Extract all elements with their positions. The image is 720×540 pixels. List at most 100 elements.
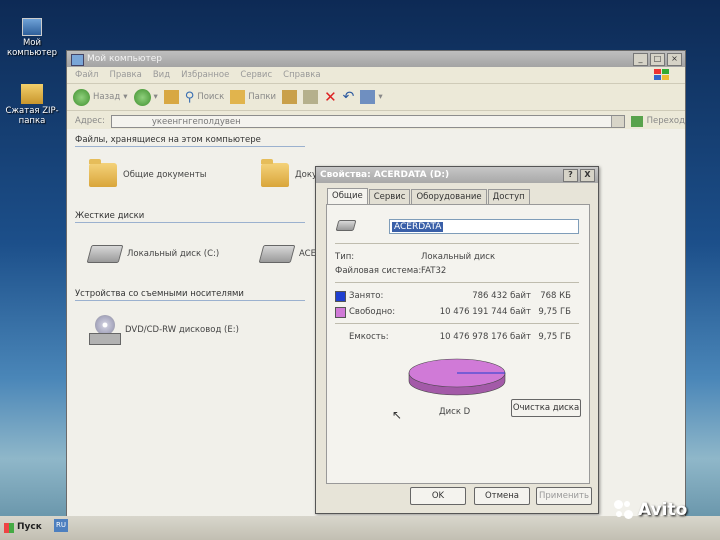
language-indicator[interactable]: RU <box>54 519 68 532</box>
avito-watermark: Avito <box>614 500 687 520</box>
computer-icon <box>71 54 84 66</box>
close-button[interactable]: X <box>580 169 595 182</box>
minimize-button[interactable]: _ <box>633 53 648 66</box>
desktop-icon-label: Мой компьютер <box>6 38 58 58</box>
back-button[interactable]: Назад ▾ <box>73 88 128 106</box>
ok-button[interactable]: OK <box>410 487 466 505</box>
capacity-size: 9,75 ГБ <box>538 332 571 342</box>
address-input[interactable]: укеенгнгеполдувен <box>110 114 625 128</box>
item-label: Локальный диск (C:) <box>127 249 220 259</box>
views-icon <box>360 90 376 104</box>
maximize-button[interactable]: □ <box>650 53 665 66</box>
folders-button[interactable]: Папки <box>230 90 276 104</box>
disk-cleanup-button[interactable]: Очистка диска <box>511 399 581 417</box>
menu-edit[interactable]: Правка <box>109 67 141 83</box>
apply-button[interactable]: Применить <box>536 487 592 505</box>
disk-usage-pie <box>408 358 506 396</box>
cancel-button[interactable]: Отмена <box>474 487 530 505</box>
menu-file[interactable]: Файл <box>75 67 98 83</box>
desktop-icon-my-computer[interactable]: Мой компьютер <box>2 18 62 58</box>
properties-dialog: Свойства: ACERDATA (D:) ? X Общие Сервис… <box>315 166 599 514</box>
free-size: 9,75 ГБ <box>538 307 571 317</box>
folder-icon <box>261 159 289 187</box>
tab-tools[interactable]: Сервис <box>368 189 411 205</box>
section-title: Устройства со съемными носителями <box>75 289 244 299</box>
help-button[interactable]: ? <box>563 169 578 182</box>
cd-drive-icon <box>89 315 121 345</box>
move-to-icon <box>282 90 298 104</box>
section-title: Файлы, хранящиеся на этом компьютере <box>75 135 261 145</box>
type-label: Тип: <box>335 252 355 262</box>
hard-drive-icon <box>258 245 296 263</box>
search-icon: ⚲ <box>184 89 195 105</box>
volume-name-value: ACERDATA <box>392 222 444 232</box>
window-title: Мой компьютер <box>87 54 162 64</box>
disk-label: Диск D <box>439 407 471 417</box>
section-files: Файлы, хранящиеся на этом компьютере <box>75 135 305 147</box>
close-button[interactable]: × <box>667 53 682 66</box>
general-panel: ACERDATA Тип: Локальный диск Файловая си… <box>326 204 590 484</box>
chevron-down-icon: ▾ <box>153 92 158 102</box>
window-titlebar[interactable]: Мой компьютер _ □ × <box>67 51 685 67</box>
views-button[interactable]: ▾ <box>360 90 383 104</box>
undo-button[interactable]: ↶ <box>343 89 355 105</box>
chevron-down-icon[interactable] <box>610 115 624 127</box>
move-to-button[interactable] <box>282 90 298 104</box>
dvd-drive-item[interactable]: DVD/CD-RW дисковод (E:) <box>89 315 239 345</box>
acerdata-d-item[interactable]: ACER <box>258 245 322 263</box>
free-color-swatch <box>335 307 346 318</box>
windows-flag-icon <box>653 68 671 84</box>
forward-button[interactable]: ▾ <box>133 88 158 106</box>
address-label: Адрес: <box>75 116 105 126</box>
taskbar: Пуск RU <box>0 516 720 540</box>
menu-tools[interactable]: Сервис <box>240 67 272 83</box>
section-removable: Устройства со съемными носителями <box>75 289 305 301</box>
filesystem-value: FAT32 <box>421 266 447 276</box>
folders-label: Папки <box>248 92 277 102</box>
search-label: Поиск <box>197 92 225 102</box>
undo-icon: ↶ <box>342 89 355 105</box>
used-bytes: 786 432 байт <box>472 291 531 301</box>
dialog-title: Свойства: ACERDATA (D:) <box>320 170 450 180</box>
search-button[interactable]: ⚲ Поиск <box>185 90 224 105</box>
volume-name-input[interactable]: ACERDATA <box>389 219 579 234</box>
delete-x-icon: ✕ <box>324 88 337 106</box>
free-label: Свободно: <box>349 307 396 317</box>
tab-general[interactable]: Общие <box>327 188 368 204</box>
go-button[interactable]: Переход <box>630 115 685 127</box>
back-label: Назад <box>93 92 121 102</box>
menu-view[interactable]: Вид <box>153 67 170 83</box>
desktop-icon-zip-folder[interactable]: Сжатая ZIP-папка <box>2 84 62 126</box>
folder-icon <box>89 159 117 187</box>
start-label: Пуск <box>17 522 42 532</box>
capacity-bytes: 10 476 978 176 байт <box>439 332 531 342</box>
avito-text: Avito <box>638 500 688 520</box>
tab-hardware[interactable]: Оборудование <box>411 189 487 205</box>
item-label: Общие документы <box>123 170 207 180</box>
menu-bar: Файл Правка Вид Избранное Сервис Справка <box>67 67 685 84</box>
free-bytes: 10 476 191 744 байт <box>439 307 531 317</box>
documents-item[interactable]: Доку <box>261 159 317 187</box>
local-disk-c-item[interactable]: Локальный диск (C:) <box>86 245 220 263</box>
menu-help[interactable]: Справка <box>283 67 320 83</box>
go-arrow-icon <box>630 115 643 127</box>
used-label: Занято: <box>349 291 384 301</box>
section-title: Жесткие диски <box>75 211 145 221</box>
up-button[interactable] <box>163 90 179 104</box>
windows-logo-icon <box>4 522 14 533</box>
mouse-cursor-icon: ↖ <box>392 408 403 422</box>
avito-logo-icon <box>614 500 634 520</box>
delete-button[interactable]: ✕ <box>324 88 337 106</box>
toolbar: Назад ▾ ▾ ⚲ Поиск Папки ✕ ↶ ▾ <box>67 84 685 111</box>
shared-documents-item[interactable]: Общие документы <box>89 159 207 187</box>
section-hard-drives: Жесткие диски <box>75 211 305 223</box>
used-size: 768 КБ <box>540 291 571 301</box>
tab-sharing[interactable]: Доступ <box>487 189 530 205</box>
copy-to-button[interactable] <box>303 90 319 104</box>
hard-drive-icon <box>335 220 357 231</box>
start-button[interactable]: Пуск <box>2 519 44 536</box>
menu-favorites[interactable]: Избранное <box>181 67 229 83</box>
chevron-down-icon: ▾ <box>378 92 383 102</box>
forward-arrow-icon <box>133 88 151 106</box>
dialog-titlebar[interactable]: Свойства: ACERDATA (D:) ? X <box>316 167 598 183</box>
